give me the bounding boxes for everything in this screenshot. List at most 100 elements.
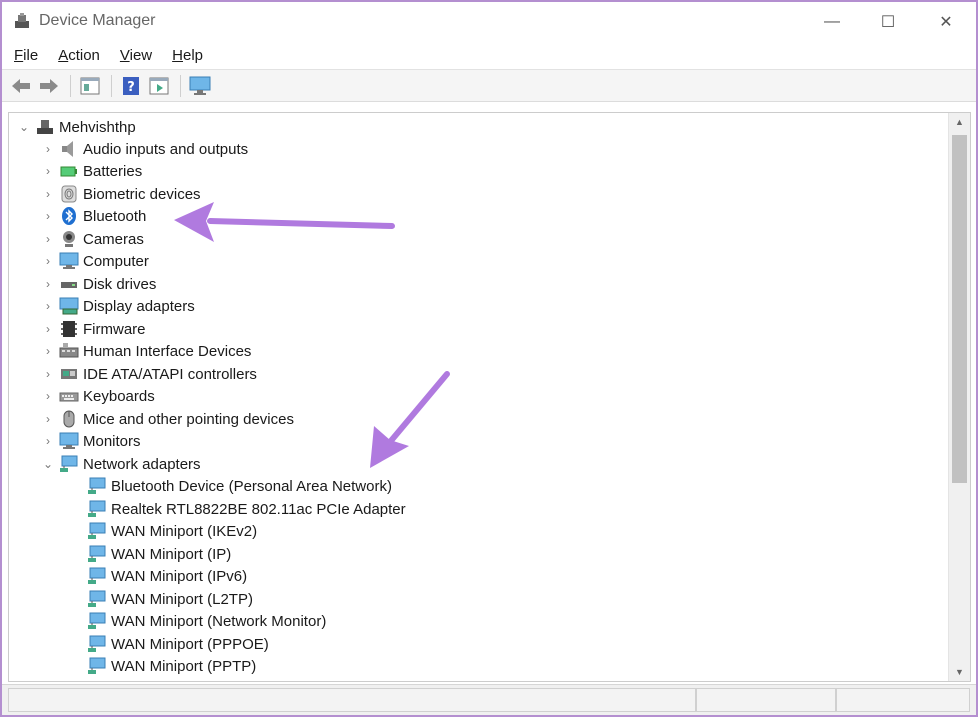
back-icon xyxy=(12,78,30,93)
chevron-right-icon[interactable]: › xyxy=(41,254,55,268)
tree-category[interactable]: ⌄ Network adapters xyxy=(41,453,201,475)
tree-device[interactable]: Bluetooth Device (Personal Area Network) xyxy=(83,475,392,497)
ide-icon xyxy=(61,369,77,379)
tree-device[interactable]: WAN Miniport (IKEv2) xyxy=(83,520,257,542)
menu-file[interactable]: File xyxy=(14,47,38,64)
display-adapter-icon xyxy=(59,297,79,315)
chevron-right-icon[interactable]: › xyxy=(41,142,55,156)
tree-category[interactable]: › Audio inputs and outputs xyxy=(41,138,248,160)
menu-bar: File Action View Help xyxy=(2,42,976,70)
vertical-scrollbar[interactable]: ▲ ▼ xyxy=(948,113,970,681)
tree-category[interactable]: › Firmware xyxy=(41,318,146,340)
maximize-button[interactable]: ☐ xyxy=(860,2,916,42)
device-manager-window: Device Manager — ☐ ✕ File Action View He… xyxy=(0,0,978,717)
tree-category[interactable]: › Cameras xyxy=(41,228,144,250)
chevron-right-icon[interactable]: › xyxy=(41,209,55,223)
tree-category[interactable]: › Monitors xyxy=(41,430,141,452)
monitor-icon xyxy=(59,432,79,449)
view-icon xyxy=(149,77,169,94)
bluetooth-icon xyxy=(62,207,76,225)
chevron-right-icon[interactable]: › xyxy=(41,232,55,246)
device-tree: ⌄ Mehvishthp › Audio inputs and outputs … xyxy=(9,113,949,681)
tree-device[interactable]: WAN Miniport (PPTP) xyxy=(83,655,256,677)
tree-category[interactable]: › Display adapters xyxy=(41,295,195,317)
help-button[interactable]: ? xyxy=(118,74,144,98)
help-icon: ? xyxy=(123,76,139,95)
firmware-icon xyxy=(61,321,77,337)
tree-category[interactable]: › Bluetooth xyxy=(41,205,146,227)
tree-category[interactable]: › Human Interface Devices xyxy=(41,340,251,362)
scroll-up-icon[interactable]: ▲ xyxy=(949,113,970,131)
tree-category[interactable]: › Computer xyxy=(41,250,149,272)
tree-device[interactable]: Realtek RTL8822BE 802.11ac PCIe Adapter xyxy=(83,498,406,520)
device-label: WAN Miniport (PPTP) xyxy=(111,657,257,675)
scan-hardware-button[interactable] xyxy=(187,74,213,98)
chevron-right-icon[interactable]: › xyxy=(41,164,55,178)
device-label: WAN Miniport (L2TP) xyxy=(111,590,253,608)
tree-category[interactable]: › IDE ATA/ATAPI controllers xyxy=(41,363,257,385)
chevron-right-icon[interactable]: › xyxy=(41,412,55,426)
category-label: IDE ATA/ATAPI controllers xyxy=(83,365,257,383)
scrollbar-thumb[interactable] xyxy=(952,135,967,483)
menu-view[interactable]: View xyxy=(120,47,152,64)
tree-device[interactable]: WAN Miniport (L2TP) xyxy=(83,588,253,610)
network-adapter-icon xyxy=(88,522,106,539)
tree-category[interactable]: › Mice and other pointing devices xyxy=(41,408,294,430)
tree-category[interactable]: › Disk drives xyxy=(41,273,156,295)
network-adapter-icon xyxy=(88,567,106,584)
minimize-button[interactable]: — xyxy=(804,2,860,42)
chevron-right-icon[interactable]: › xyxy=(41,322,55,336)
tree-category[interactable]: › Biometric devices xyxy=(41,183,201,205)
chevron-right-icon[interactable]: › xyxy=(41,299,55,313)
category-label: Computer xyxy=(83,252,149,270)
chevron-right-icon[interactable]: › xyxy=(41,344,55,358)
chevron-down-icon[interactable]: ⌄ xyxy=(41,457,55,471)
mouse-icon xyxy=(63,410,75,428)
chevron-right-icon[interactable]: › xyxy=(41,367,55,381)
tree-device[interactable]: WAN Miniport (IP) xyxy=(83,543,231,565)
view-button[interactable] xyxy=(146,74,172,98)
chevron-right-icon[interactable]: › xyxy=(41,389,55,403)
chevron-right-icon[interactable]: › xyxy=(41,187,55,201)
svg-text:?: ? xyxy=(127,80,135,95)
scroll-down-icon[interactable]: ▼ xyxy=(949,663,970,681)
tree-category[interactable]: › Batteries xyxy=(41,160,142,182)
forward-button[interactable] xyxy=(36,74,62,98)
device-tree-panel: ⌄ Mehvishthp › Audio inputs and outputs … xyxy=(8,112,971,682)
fingerprint-icon xyxy=(61,185,77,203)
back-button[interactable] xyxy=(8,74,34,98)
category-label: Mice and other pointing devices xyxy=(83,410,294,428)
category-label: Bluetooth xyxy=(83,207,147,225)
tree-root[interactable]: ⌄ Mehvishthp xyxy=(17,116,136,138)
tree-device[interactable]: WAN Miniport (Network Monitor) xyxy=(83,610,326,632)
category-label: Human Interface Devices xyxy=(83,342,252,360)
network-icon xyxy=(60,455,78,472)
chevron-right-icon[interactable]: › xyxy=(41,277,55,291)
monitor-icon xyxy=(59,252,79,269)
disk-icon xyxy=(61,282,77,288)
tree-device[interactable]: WAN Miniport (PPPOE) xyxy=(83,633,269,655)
tree-device[interactable]: WAN Miniport (IPv6) xyxy=(83,565,247,587)
status-bar xyxy=(2,684,976,715)
menu-action[interactable]: Action xyxy=(58,47,100,64)
menu-help[interactable]: Help xyxy=(172,47,203,64)
chevron-right-icon[interactable]: › xyxy=(41,434,55,448)
minimize-icon: — xyxy=(824,13,840,30)
close-button[interactable]: ✕ xyxy=(918,2,974,42)
properties-button[interactable] xyxy=(77,74,103,98)
category-label: Network adapters xyxy=(83,455,201,473)
toolbar-separator xyxy=(180,74,181,97)
device-label: Bluetooth Device (Personal Area Network) xyxy=(111,477,392,495)
close-icon: ✕ xyxy=(939,14,953,31)
network-adapter-icon xyxy=(88,612,106,629)
camera-icon xyxy=(63,231,75,247)
window-title: Device Manager xyxy=(39,12,156,29)
category-label: Disk drives xyxy=(83,275,157,293)
device-label: WAN Miniport (PPPOE) xyxy=(111,635,269,653)
toolbar-separator xyxy=(111,74,112,97)
category-label: Monitors xyxy=(83,432,141,450)
category-label: Biometric devices xyxy=(83,185,201,203)
chevron-down-icon[interactable]: ⌄ xyxy=(17,120,31,134)
tree-category[interactable]: › Keyboards xyxy=(41,385,155,407)
computer-tree-icon xyxy=(37,120,53,134)
